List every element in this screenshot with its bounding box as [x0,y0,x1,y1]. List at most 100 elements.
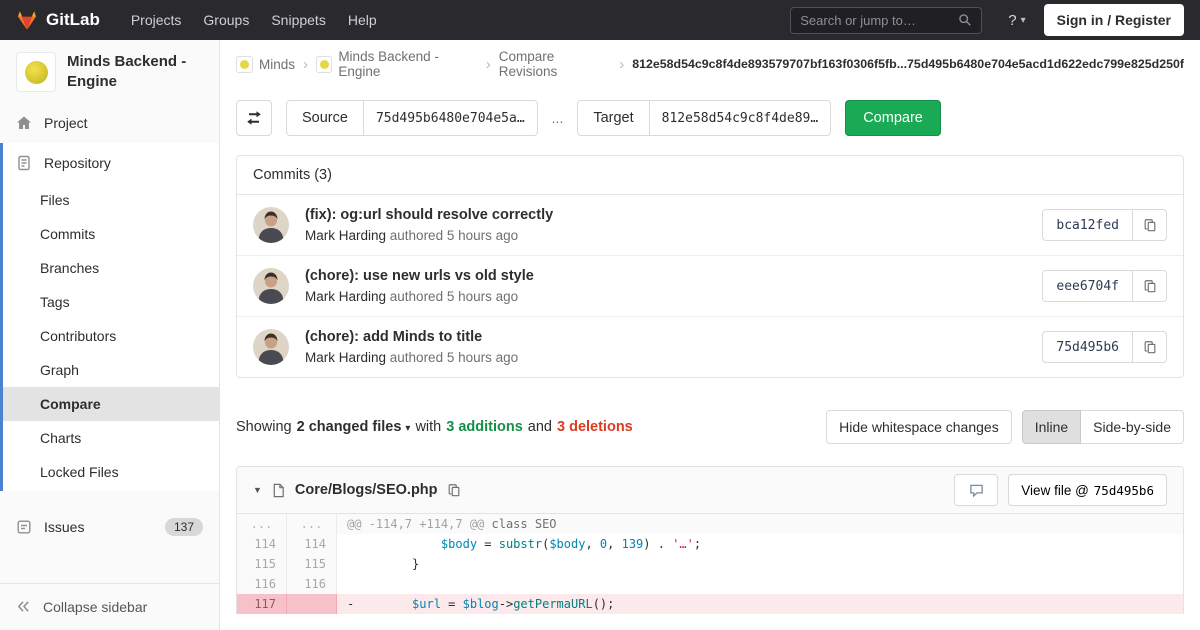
sidebar-item-charts[interactable]: Charts [3,421,219,455]
diff-mode-toggle: Inline Side-by-side [1022,410,1184,444]
breadcrumb-link[interactable]: Minds [259,57,295,72]
commit-title[interactable]: (fix): og:url should resolve correctly [305,207,1042,223]
commit-title[interactable]: (chore): use new urls vs old style [305,268,1042,284]
new-line-number[interactable]: 116 [287,574,337,594]
toggle-comments-button[interactable] [954,474,998,506]
sidebar-item-label: Issues [44,519,84,535]
showing-label: Showing [236,419,292,435]
sidebar-section-repository: Repository FilesCommitsBranchesTagsContr… [0,143,219,491]
commit-list: (fix): og:url should resolve correctly M… [237,195,1183,377]
gitlab-tanuki-icon [16,10,38,31]
new-line-number[interactable]: ... [287,514,337,534]
new-line-number[interactable] [287,594,337,614]
commit-authored-text: authored 5 hours ago [386,350,518,365]
search-icon [958,13,972,27]
diff-line: 115115 } [237,554,1183,574]
project-context-header[interactable]: Minds Backend - Engine [0,40,219,103]
new-line-number[interactable]: 114 [287,534,337,554]
deletions-count: 3 deletions [557,419,633,435]
commit-sha-button[interactable]: 75d495b6 [1042,331,1133,363]
commit-author-link[interactable]: Mark Harding [305,289,386,304]
diff-summary: Showing 2 changed files ▾ with 3 additio… [220,410,1200,444]
target-ref-field[interactable]: 812e58d54c9c8f4de89… [649,101,831,135]
breadcrumb-link[interactable]: Minds Backend - Engine [338,49,477,79]
sidebar-item-label: Project [44,115,88,131]
commit-meta: Mark Harding authored 5 hours ago [305,350,518,365]
breadcrumb-avatar-icon [236,56,253,73]
sidebar-item-files[interactable]: Files [3,183,219,217]
double-chevron-left-icon [16,599,32,615]
sidebar-item-issues[interactable]: Issues 137 [0,507,219,547]
copy-file-path-icon[interactable] [447,483,461,497]
breadcrumb-item: Compare Revisions [499,49,611,79]
old-line-number[interactable]: 117 [237,594,287,614]
copy-sha-button[interactable] [1133,331,1167,363]
revisions-separator: ... [552,110,564,126]
issues-icon [16,519,32,535]
code-line: $body = substr($body, 0, 139) . '…'; [337,534,1183,554]
changed-files-dropdown[interactable]: 2 changed files ▾ [297,419,411,435]
search-input[interactable] [800,13,952,28]
sidebar-item-commits[interactable]: Commits [3,217,219,251]
copy-sha-button[interactable] [1133,270,1167,302]
commit-author-link[interactable]: Mark Harding [305,350,386,365]
collapse-sidebar-label: Collapse sidebar [43,599,147,615]
diff-line: 117- $url = $blog->getPermaURL(); [237,594,1183,614]
breadcrumb-link[interactable]: Compare Revisions [499,49,611,79]
sidebar-item-tags[interactable]: Tags [3,285,219,319]
diff-line: 114114 $body = substr($body, 0, 139) . '… [237,534,1183,554]
old-line-number[interactable]: ... [237,514,287,534]
sidebar: Minds Backend - Engine Project Repositor… [0,40,220,630]
help-icon: ? [1008,12,1016,29]
project-title: Minds Backend - Engine [67,52,203,93]
collapse-sidebar-button[interactable]: Collapse sidebar [0,583,219,630]
sidebar-item-project[interactable]: Project [0,103,219,143]
sidebar-item-compare[interactable]: Compare [3,387,219,421]
breadcrumb-links: Minds›Minds Backend - Engine›Compare Rev… [236,49,624,79]
diff-line: 116116 [237,574,1183,594]
hide-whitespace-button[interactable]: Hide whitespace changes [826,410,1012,444]
view-file-button[interactable]: View file @ 75d495b6 [1008,474,1167,506]
sidebar-item-label: Repository [44,155,111,171]
collapse-diff-icon[interactable]: ▼ [253,485,262,495]
swap-revisions-button[interactable] [236,100,272,136]
navbar-menu-item[interactable]: Help [337,12,388,28]
source-label: Source [287,101,363,135]
old-line-number[interactable]: 115 [237,554,287,574]
commits-header: Commits (3) [237,156,1183,195]
diff-file-panel: ▼ Core/Blogs/SEO.php [236,466,1184,614]
code-line [337,574,1183,594]
sidebar-item-contributors[interactable]: Contributors [3,319,219,353]
old-line-number[interactable]: 116 [237,574,287,594]
commit-sha-button[interactable]: bca12fed [1042,209,1133,241]
navbar-menu-item[interactable]: Groups [192,12,260,28]
commit-author-link[interactable]: Mark Harding [305,228,386,243]
additions-count: 3 additions [446,419,523,435]
side-by-side-view-button[interactable]: Side-by-side [1081,410,1184,444]
navbar-menu: ProjectsGroupsSnippetsHelp [120,12,388,28]
old-line-number[interactable]: 114 [237,534,287,554]
copy-sha-button[interactable] [1133,209,1167,241]
commit-title[interactable]: (chore): add Minds to title [305,329,1042,345]
compare-button[interactable]: Compare [845,100,941,136]
chevron-down-icon: ▾ [405,423,410,434]
navbar-menu-item[interactable]: Projects [120,12,193,28]
new-line-number[interactable]: 115 [287,554,337,574]
swap-icon [246,110,262,126]
user-avatar [253,329,289,365]
diff-file-name[interactable]: Core/Blogs/SEO.php [295,482,438,498]
commit-sha-button[interactable]: eee6704f [1042,270,1133,302]
sidebar-item-branches[interactable]: Branches [3,251,219,285]
global-search[interactable] [790,7,982,34]
source-ref-field[interactable]: 75d495b6480e704e5a… [363,101,537,135]
sign-in-register-button[interactable]: Sign in / Register [1044,4,1184,36]
gitlab-home-link[interactable]: GitLab [16,10,100,31]
sidebar-item-repository[interactable]: Repository [3,143,219,183]
help-dropdown[interactable]: ? ▾ [996,12,1037,29]
navbar-menu-item[interactable]: Snippets [260,12,336,28]
sidebar-item-graph[interactable]: Graph [3,353,219,387]
inline-view-button[interactable]: Inline [1022,410,1081,444]
breadcrumb-separator-icon: › [619,56,624,73]
sidebar-item-locked-files[interactable]: Locked Files [3,455,219,489]
user-avatar [253,207,289,243]
